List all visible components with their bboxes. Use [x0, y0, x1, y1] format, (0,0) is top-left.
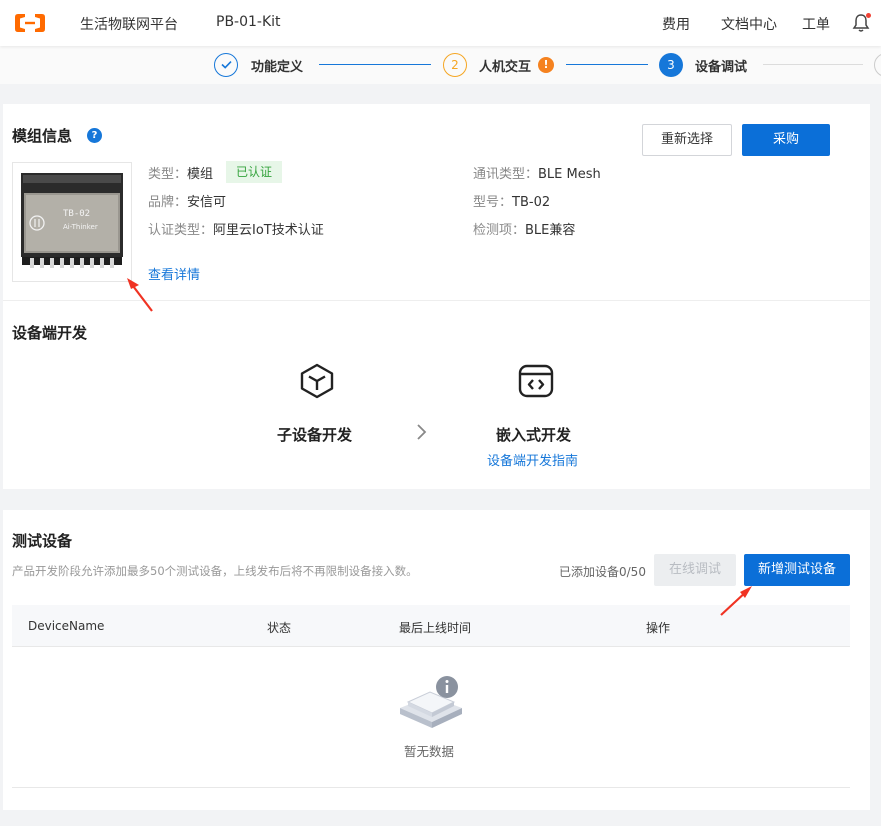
module-image-model-text: TB-02 [63, 209, 91, 219]
add-test-device-button[interactable]: 新增测试设备 [744, 554, 850, 586]
online-debug-button[interactable]: 在线调试 [654, 554, 736, 586]
comm-type-key: 通讯类型： [473, 167, 539, 182]
table-header-divider [12, 646, 850, 647]
empty-data-text: 暂无数据 [404, 744, 455, 759]
step-connector-3 [763, 64, 863, 65]
top-bar: 生活物联网平台 PB-01-Kit 费用 文档中心 工单 [0, 0, 881, 46]
nav-docs[interactable]: 文档中心 [721, 14, 777, 34]
purchase-button[interactable]: 采购 [742, 124, 830, 156]
type-value: 模组 [187, 167, 214, 182]
step-connector-2 [566, 64, 648, 65]
step-bar: 功能定义 2 人机交互 3 设备调试 [0, 46, 881, 84]
platform-name[interactable]: 生活物联网平台 [80, 14, 178, 34]
step-3-label[interactable]: 设备调试 [695, 56, 747, 75]
embedded-code-icon[interactable] [516, 361, 556, 401]
type-field: 类型：模组 [148, 163, 213, 182]
nav-tickets[interactable]: 工单 [802, 14, 830, 34]
cert-type-key: 认证类型： [148, 223, 214, 238]
comm-type-value: BLE Mesh [538, 167, 601, 182]
col-device-name: DeviceName [28, 619, 105, 633]
reselect-button[interactable]: 重新选择 [642, 124, 732, 156]
aliyun-logo-icon[interactable] [14, 10, 46, 36]
module-info-title: 模组信息 [12, 127, 73, 145]
step-1-label[interactable]: 功能定义 [251, 56, 303, 75]
step-2-label[interactable]: 人机交互 [479, 56, 531, 75]
tb02-module-icon [21, 173, 123, 268]
model-value: TB-02 [512, 195, 551, 210]
cube-icon[interactable] [297, 361, 337, 401]
check-item-value: BLE兼容 [525, 223, 576, 238]
test-device-title: 测试设备 [12, 532, 73, 550]
help-icon[interactable]: ? [87, 128, 102, 143]
product-name[interactable]: PB-01-Kit [216, 14, 281, 30]
step-connector-1 [319, 64, 431, 65]
table-bottom-divider [12, 787, 850, 788]
warning-badge-icon: ! [538, 57, 554, 73]
model-key: 型号： [473, 195, 513, 210]
comm-type-field: 通讯类型：BLE Mesh [473, 163, 601, 182]
module-image-brand-text: Ai-Thinker [63, 223, 98, 231]
type-key: 类型： [148, 167, 188, 182]
test-device-card [3, 510, 870, 810]
certified-tag: 已认证 [226, 161, 283, 183]
step-1-check-icon[interactable] [214, 53, 238, 77]
empty-data-icon [400, 676, 462, 728]
chevron-right-icon [417, 424, 427, 440]
model-field: 型号：TB-02 [473, 191, 550, 210]
col-status: 状态 [267, 621, 292, 635]
check-item-key: 检测项： [473, 223, 526, 238]
annotation-arrow-icon [720, 586, 752, 616]
embedded-dev-label[interactable]: 嵌入式开发 [496, 424, 571, 445]
device-dev-guide-link[interactable]: 设备端开发指南 [487, 450, 578, 469]
notification-dot [866, 13, 871, 18]
brand-key: 品牌： [148, 195, 188, 210]
brand-value: 安信可 [187, 195, 227, 210]
col-actions: 操作 [646, 621, 671, 635]
step-2-number[interactable]: 2 [443, 53, 467, 77]
test-device-hint: 产品开发阶段允许添加最多50个测试设备，上线发布后将不再限制设备接入数。 [12, 564, 418, 578]
device-count: 已添加设备0/50 [559, 565, 646, 579]
cert-type-field: 认证类型：阿里云IoT技术认证 [148, 219, 324, 238]
sub-device-dev-label[interactable]: 子设备开发 [277, 424, 352, 445]
check-item-field: 检测项：BLE兼容 [473, 219, 575, 238]
brand-field: 品牌：安信可 [148, 191, 226, 210]
step-3-number[interactable]: 3 [659, 53, 683, 77]
cert-type-value: 阿里云IoT技术认证 [213, 223, 324, 238]
device-dev-title: 设备端开发 [12, 324, 88, 342]
module-image[interactable]: TB-02 Ai-Thinker [12, 162, 132, 282]
annotation-arrow-icon [127, 278, 153, 312]
nav-billing[interactable]: 费用 [662, 14, 690, 34]
col-last-online: 最后上线时间 [399, 621, 472, 635]
